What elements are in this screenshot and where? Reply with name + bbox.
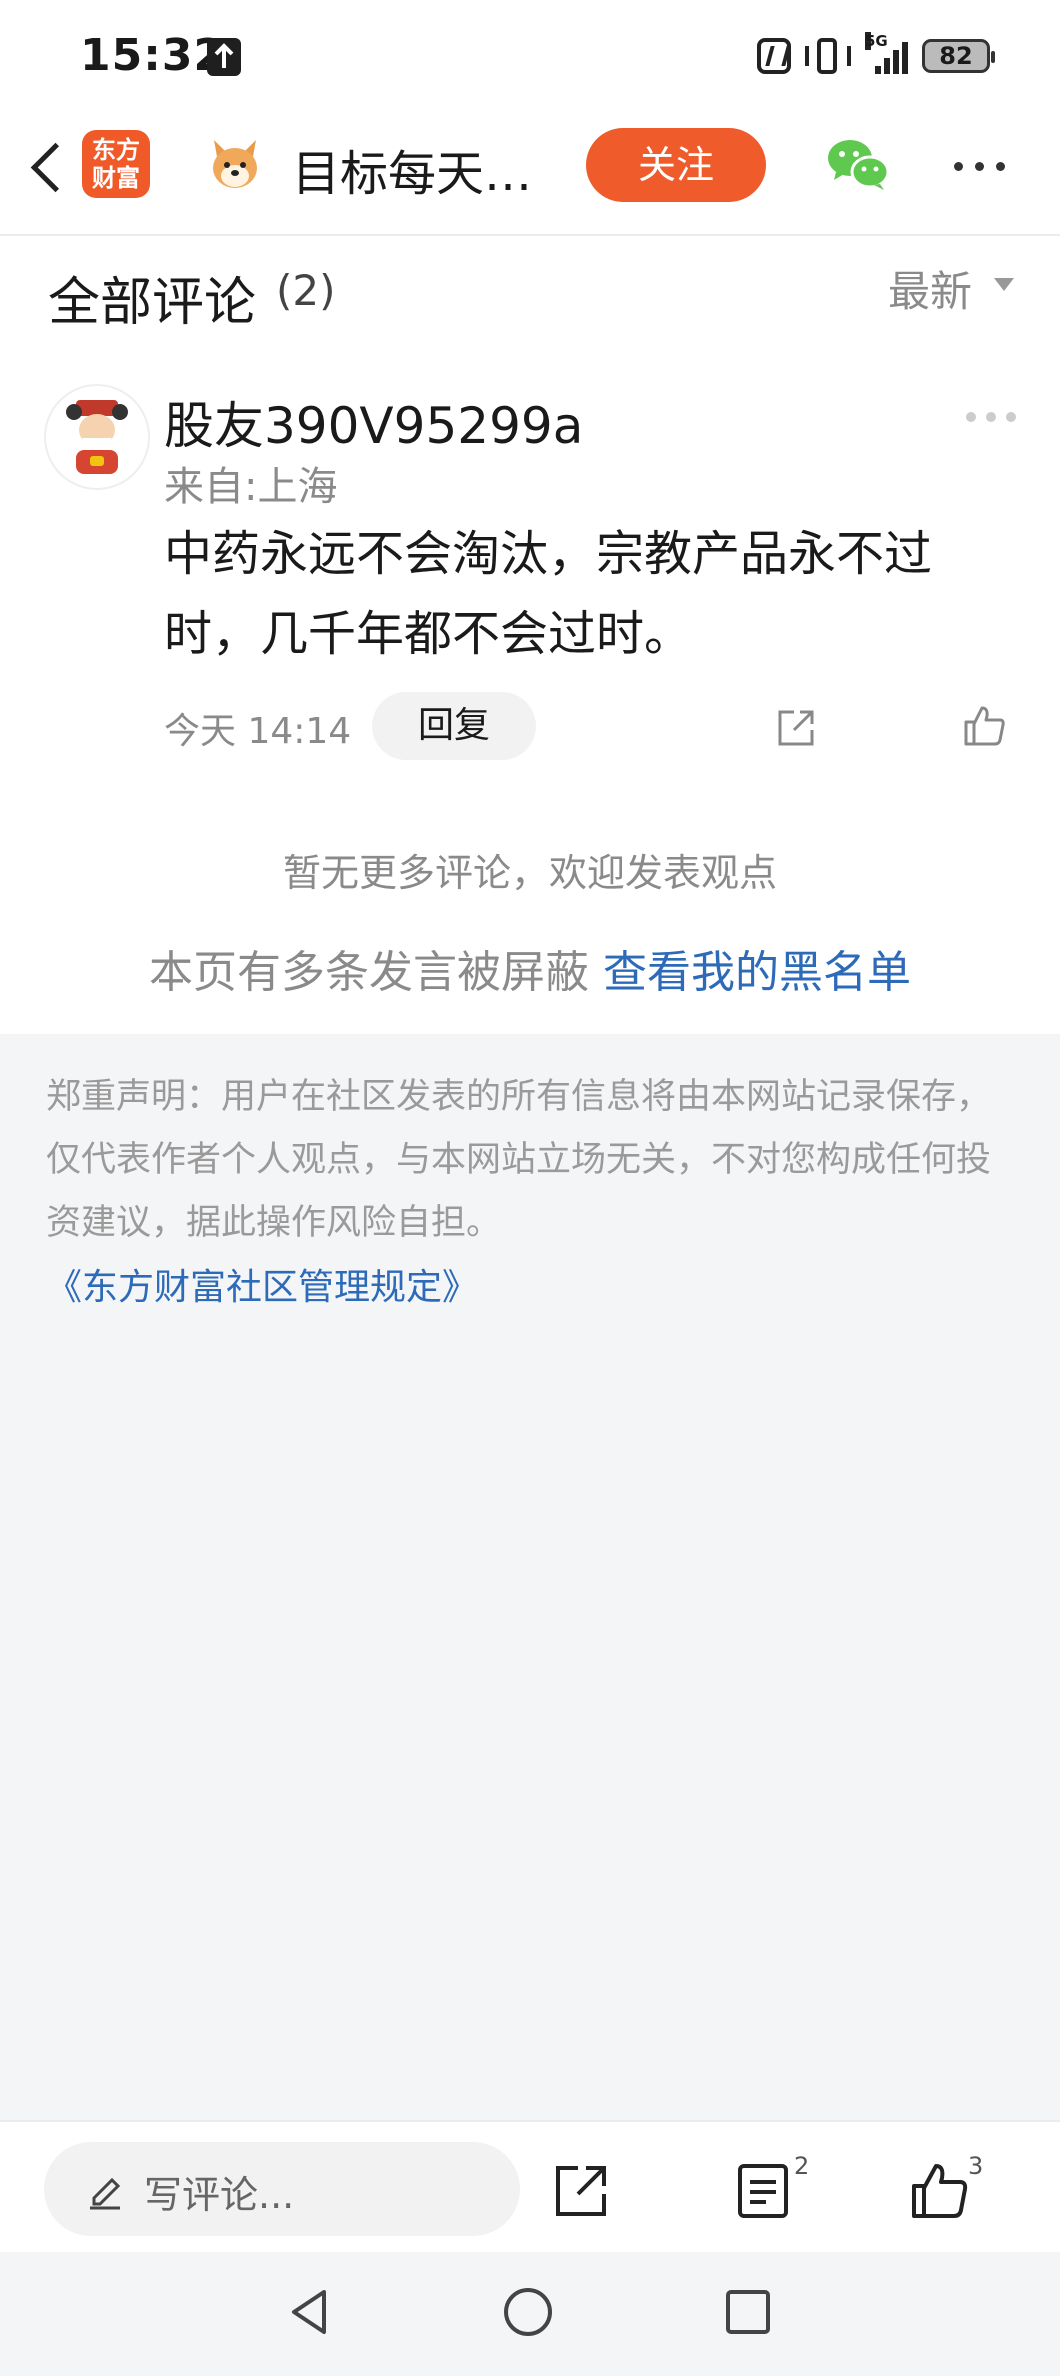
follow-button[interactable]: 关注 <box>586 128 766 202</box>
system-nav-bar <box>0 2252 1060 2376</box>
page-title: 目标每天… <box>292 146 533 202</box>
pencil-icon <box>86 2170 124 2210</box>
blocked-notice: 本页有多条发言被屏蔽 查看我的黑名单 <box>0 936 1060 1000</box>
blocked-text: 本页有多条发言被屏蔽 <box>149 947 603 998</box>
caret-down-icon[interactable] <box>994 278 1014 291</box>
top-header: 东方财富 目标每天… 关注 <box>0 112 1060 236</box>
community-rules-link[interactable]: 《东方财富社区管理规定》 <box>46 1258 478 1310</box>
share-icon[interactable] <box>552 2162 610 2220</box>
back-arrow-icon[interactable] <box>30 142 81 193</box>
comments-heading: 全部评论 <box>48 273 257 333</box>
author-avatar-icon[interactable] <box>208 136 262 192</box>
app-logo[interactable]: 东方财富 <box>82 130 150 198</box>
nav-recents-icon[interactable] <box>724 2288 772 2336</box>
thumbs-up-icon[interactable] <box>910 2160 970 2220</box>
sort-dropdown[interactable]: 最新 <box>888 258 972 319</box>
commenter-username[interactable]: 股友390V95299a <box>164 386 583 458</box>
status-time: 15:32 <box>80 30 226 81</box>
write-comment-input[interactable]: 写评论... <box>44 2142 520 2236</box>
blacklist-link[interactable]: 查看我的黑名单 <box>603 947 911 998</box>
reply-button[interactable]: 回复 <box>372 692 536 760</box>
signal-icon: 5G <box>865 32 908 74</box>
comments-panel: 全部评论 (2) 最新 股友390V95299a 来自:上海 中药永远不会淘汰，… <box>0 236 1060 1034</box>
battery-level: 82 <box>939 42 973 70</box>
comment-time: 今天 14:14 <box>164 711 352 752</box>
battery-icon: 82 <box>922 39 995 73</box>
comments-count: (2) <box>276 266 336 315</box>
comments-icon[interactable] <box>736 2162 790 2220</box>
nav-home-icon[interactable] <box>502 2286 554 2338</box>
comments-count-badge: 2 <box>794 2152 810 2180</box>
bottom-action-bar: 写评论... 2 3 <box>0 2120 1060 2254</box>
nav-back-icon[interactable] <box>284 2286 336 2338</box>
status-bar: 15:32 5G 82 <box>0 0 1060 112</box>
status-indicators: 5G 82 <box>757 32 995 78</box>
more-options-icon[interactable] <box>954 162 1005 171</box>
comment-text: 中药永远不会淘汰，宗教产品永不过时，几千年都不会过时。 <box>164 526 933 662</box>
commenter-avatar[interactable] <box>44 384 150 490</box>
vibrate-icon <box>805 38 851 74</box>
upload-icon <box>207 38 241 76</box>
comment-more-icon[interactable] <box>966 412 1016 422</box>
wechat-icon[interactable] <box>826 138 890 192</box>
likes-count-badge: 3 <box>968 2152 984 2180</box>
network-type: 5G <box>865 32 888 50</box>
commenter-location: 来自:上海 <box>164 464 338 510</box>
thumbs-up-icon[interactable] <box>962 702 1008 748</box>
write-comment-placeholder: 写评论... <box>144 2173 295 2217</box>
share-icon[interactable] <box>774 706 818 750</box>
no-more-comments: 暂无更多评论，欢迎发表观点 <box>282 851 777 895</box>
nfc-icon <box>757 38 791 74</box>
disclaimer-text: 郑重声明：用户在社区发表的所有信息将由本网站记录保存，仅代表作者个人观点，与本网… <box>46 1077 992 1243</box>
app-logo-text: 东方财富 <box>92 136 140 192</box>
